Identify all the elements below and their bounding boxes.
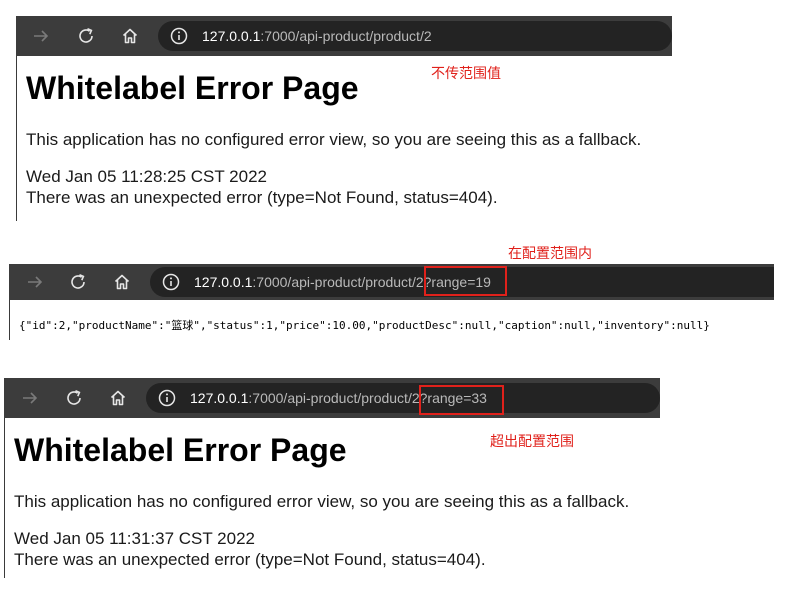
error-detail: There was an unexpected error (type=Not … [14, 550, 486, 569]
annotation-out-of-range: 超出配置范围 [490, 434, 574, 450]
annotation-in-range: 在配置范围内 [508, 246, 592, 262]
range-param-highlight-33 [419, 385, 504, 415]
info-icon[interactable] [158, 389, 176, 407]
info-icon[interactable] [162, 273, 180, 291]
address-bar-1[interactable]: 127.0.0.1:7000/api-product/product/2 [158, 21, 672, 51]
home-icon[interactable] [104, 378, 132, 418]
url-host: 127.0.0.1 [190, 390, 249, 406]
url-path: :7000/api-product/product/2 [260, 28, 432, 44]
home-icon[interactable] [116, 16, 144, 56]
url-host: 127.0.0.1 [202, 28, 261, 44]
page-left-border-2 [9, 300, 10, 340]
url-host: 127.0.0.1 [194, 274, 253, 290]
url-text-1[interactable]: 127.0.0.1:7000/api-product/product/2 [202, 21, 432, 51]
annotation-no-range: 不传范围值 [431, 66, 501, 82]
error-description: This application has no configured error… [14, 492, 630, 511]
error-timestamp: Wed Jan 05 11:31:37 CST 2022 [14, 529, 256, 548]
error-detail: There was an unexpected error (type=Not … [26, 188, 498, 207]
browser-toolbar-2: 127.0.0.1:7000/api-product/product/2?ran… [9, 264, 774, 300]
address-bar-3[interactable]: 127.0.0.1:7000/api-product/product/2?ran… [146, 383, 660, 413]
page-title: Whitelabel Error Page [26, 70, 359, 106]
error-timestamp: Wed Jan 05 11:28:25 CST 2022 [26, 167, 268, 186]
reload-icon[interactable] [60, 378, 88, 418]
range-param-highlight-19 [424, 266, 507, 296]
reload-icon[interactable] [72, 16, 100, 56]
browser-toolbar-3: 127.0.0.1:7000/api-product/product/2?ran… [4, 378, 660, 418]
json-response: {"id":2,"productName":"篮球","status":1,"p… [19, 319, 710, 332]
browser-toolbar-1: 127.0.0.1:7000/api-product/product/2 [16, 16, 672, 56]
page-left-border-1 [16, 56, 17, 221]
page-title: Whitelabel Error Page [14, 432, 347, 468]
forward-arrow-icon[interactable] [16, 378, 44, 418]
forward-arrow-icon[interactable] [27, 16, 55, 56]
error-description: This application has no configured error… [26, 130, 642, 149]
info-icon[interactable] [170, 27, 188, 45]
forward-arrow-icon[interactable] [21, 264, 49, 300]
home-icon[interactable] [108, 264, 136, 300]
reload-icon[interactable] [64, 264, 92, 300]
page-left-border-3 [4, 418, 5, 578]
